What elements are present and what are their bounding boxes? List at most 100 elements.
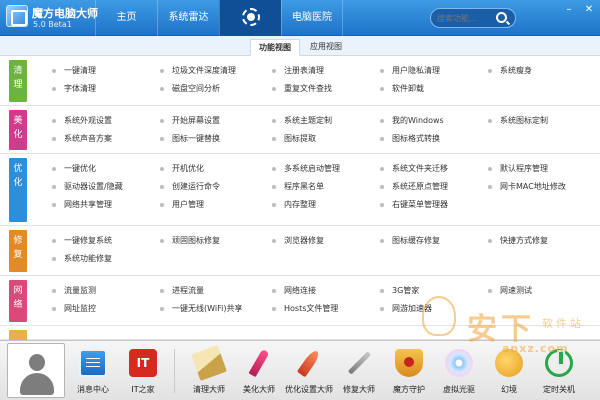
function-item[interactable]: 创建运行命令 — [160, 179, 275, 195]
function-item[interactable]: 重复文件查找 — [272, 81, 387, 97]
function-item-label: 内存整理 — [284, 200, 316, 209]
category-label[interactable] — [9, 330, 27, 340]
function-item-label: 系统文件夹迁移 — [392, 164, 448, 173]
nav-tab-home[interactable]: 主页 — [95, 0, 157, 36]
function-item[interactable]: 我的Windows — [380, 113, 495, 129]
function-item[interactable]: 3G管家 — [380, 283, 495, 299]
function-item[interactable]: 系统图标定制 — [488, 113, 600, 129]
function-item[interactable]: 网址监控 — [52, 301, 167, 317]
function-item[interactable]: 系统还原点管理 — [380, 179, 495, 195]
nav-tab-system-radar[interactable]: 系统雷达 — [157, 0, 219, 36]
function-item[interactable]: 一键修复系统 — [52, 233, 167, 249]
function-item[interactable]: 字体清理 — [52, 81, 167, 97]
function-item[interactable]: 开始屏幕设置 — [160, 113, 275, 129]
category-label[interactable]: 网络 — [9, 280, 27, 322]
dock-item[interactable]: 美化大师 — [232, 345, 286, 399]
function-item-label: 创建运行命令 — [172, 182, 220, 191]
function-item[interactable]: 磁盘空间分析 — [160, 81, 275, 97]
function-item[interactable]: 图标一键替换 — [160, 131, 275, 147]
function-item[interactable]: 系统功能修复 — [52, 251, 167, 267]
function-item-label: 网址监控 — [64, 304, 96, 313]
bullet-icon — [488, 289, 492, 293]
function-item[interactable]: 用户隐私清理 — [380, 63, 495, 79]
function-item[interactable]: 注册表清理 — [272, 63, 387, 79]
function-item[interactable]: 流量监测 — [52, 283, 167, 299]
function-item-label: 快捷方式修复 — [500, 236, 548, 245]
window-controls: – ✕ — [562, 4, 596, 16]
bullet-icon — [272, 185, 276, 189]
function-item[interactable]: 系统主题定制 — [272, 113, 387, 129]
nav-tab-toolbox[interactable] — [219, 0, 281, 36]
bullet-icon — [52, 239, 56, 243]
function-item[interactable]: 网络连接 — [272, 283, 387, 299]
dock-item[interactable]: 虚拟光驱 — [432, 345, 486, 399]
dock-item[interactable]: 优化设置大师 — [282, 345, 336, 399]
close-icon[interactable]: ✕ — [582, 4, 596, 16]
bullet-icon — [488, 185, 492, 189]
function-item[interactable]: 驱动器设置/隐藏 — [52, 179, 167, 195]
message-center-icon — [79, 349, 107, 377]
dock-item-label: 虚拟光驱 — [443, 385, 475, 394]
function-item[interactable]: 一键清理 — [52, 63, 167, 79]
main-nav: 主页 系统雷达 电脑医院 — [95, 0, 343, 36]
search-icon[interactable] — [496, 12, 507, 23]
function-item[interactable]: 系统声音方案 — [52, 131, 167, 147]
category-label[interactable]: 美化 — [9, 110, 27, 150]
category-label[interactable]: 优化 — [9, 158, 27, 222]
bullet-icon — [52, 203, 56, 207]
function-item[interactable]: Hosts文件管理 — [272, 301, 387, 317]
bullet-icon — [380, 289, 384, 293]
function-item[interactable]: 浏览器修复 — [272, 233, 387, 249]
function-item[interactable]: 图标提取 — [272, 131, 387, 147]
function-item[interactable]: 用户管理 — [160, 197, 275, 213]
function-item[interactable]: 网速测试 — [488, 283, 600, 299]
category-label[interactable]: 修复 — [9, 230, 27, 272]
bullet-icon — [160, 137, 164, 141]
category-label[interactable]: 清理 — [9, 60, 27, 102]
function-item[interactable]: 右键菜单管理器 — [380, 197, 495, 213]
function-item-label: 字体清理 — [64, 84, 96, 93]
function-item[interactable]: 一键无线(WiFi)共享 — [160, 301, 275, 317]
function-item[interactable]: 网络共享管理 — [52, 197, 167, 213]
function-item[interactable]: 多系统启动管理 — [272, 161, 387, 177]
function-item[interactable]: 图标格式转换 — [380, 131, 495, 147]
function-item-label: 网游加速器 — [392, 304, 432, 313]
dock-item[interactable]: 魔方守护 — [382, 345, 436, 399]
function-item[interactable]: 系统文件夹迁移 — [380, 161, 495, 177]
function-item[interactable]: 内存整理 — [272, 197, 387, 213]
user-avatar[interactable] — [7, 343, 65, 398]
dock-item[interactable]: IT IT之家 — [116, 345, 170, 399]
bullet-icon — [380, 137, 384, 141]
function-item[interactable]: 进程流量 — [160, 283, 275, 299]
app-name: 魔方电脑大师 — [32, 7, 98, 20]
dock-item[interactable]: 消息中心 — [66, 345, 120, 399]
bullet-icon — [380, 203, 384, 207]
dock-item[interactable]: 定时关机 — [532, 345, 586, 399]
function-item[interactable]: 系统外观设置 — [52, 113, 167, 129]
function-list: 清理 一键清理 垃圾文件深度清理 注册表清理 用户隐私清理 系统瘦身字体清理 磁盘空间分析 重… — [0, 56, 600, 340]
search-input[interactable] — [437, 12, 497, 25]
tab-app-view[interactable]: 应用视图 — [306, 39, 346, 56]
function-item[interactable]: 垃圾文件深度清理 — [160, 63, 275, 79]
dock-item-label: 美化大师 — [243, 385, 275, 394]
minimize-icon[interactable]: – — [562, 4, 576, 16]
function-item[interactable]: 图标缓存修复 — [380, 233, 495, 249]
function-item[interactable]: 网卡MAC地址修改 — [488, 179, 600, 195]
dock-item[interactable]: 幻境 — [482, 345, 536, 399]
function-item[interactable]: 顽固图标修复 — [160, 233, 275, 249]
tab-function-view[interactable]: 功能视图 — [250, 39, 300, 56]
function-item[interactable]: 系统瘦身 — [488, 63, 600, 79]
sun-icon — [242, 8, 260, 26]
dock-item[interactable]: 修复大师 — [332, 345, 386, 399]
function-item[interactable]: 程序黑名单 — [272, 179, 387, 195]
function-item[interactable]: 默认程序管理 — [488, 161, 600, 177]
function-item[interactable]: 开机优化 — [160, 161, 275, 177]
bullet-icon — [380, 185, 384, 189]
nav-tab-pc-hospital[interactable]: 电脑医院 — [281, 0, 343, 36]
function-item[interactable]: 一键优化 — [52, 161, 167, 177]
dock-item[interactable]: 清理大师 — [182, 345, 236, 399]
function-item[interactable]: 快捷方式修复 — [488, 233, 600, 249]
function-item[interactable]: 网游加速器 — [380, 301, 495, 317]
function-item[interactable]: 软件卸载 — [380, 81, 495, 97]
bullet-icon — [272, 87, 276, 91]
